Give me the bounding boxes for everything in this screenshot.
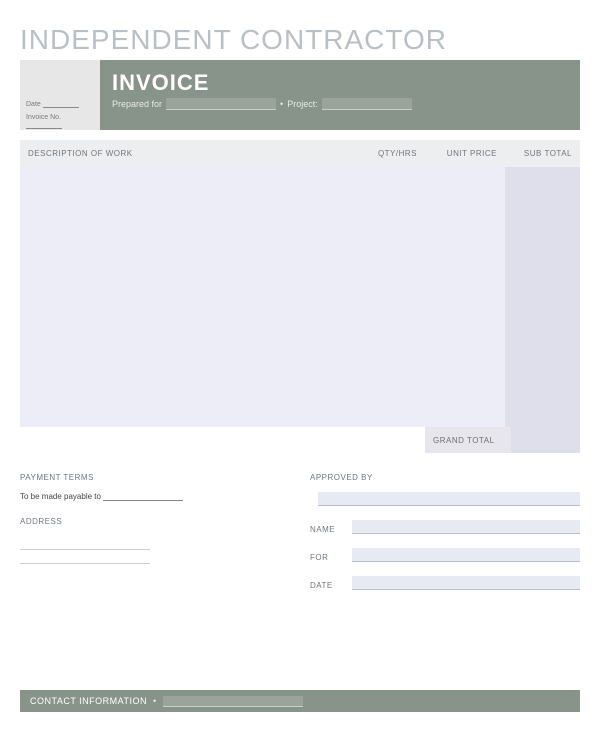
- address-title: ADDRESS: [20, 517, 290, 526]
- grand-total-value[interactable]: [511, 427, 580, 453]
- contact-info-label: CONTACT INFORMATION: [30, 696, 147, 706]
- address-line-2[interactable]: [20, 550, 150, 564]
- col-description: DESCRIPTION OF WORK: [28, 149, 347, 158]
- project-input[interactable]: [322, 98, 412, 110]
- payable-input[interactable]: [103, 492, 183, 501]
- for-input[interactable]: [352, 548, 580, 562]
- address-line-1[interactable]: [20, 536, 150, 550]
- line-items-area: [20, 167, 580, 427]
- invoice-no-label: Invoice No.: [26, 114, 61, 121]
- grand-total-spacer: [20, 427, 425, 453]
- contact-info-input[interactable]: [163, 696, 303, 707]
- approved-box: APPROVED BY NAME FOR DATE: [310, 473, 580, 604]
- signature-row: [310, 492, 580, 506]
- grand-total-row: GRAND TOTAL: [20, 427, 580, 453]
- for-row: FOR: [310, 548, 580, 562]
- project-label: Project:: [287, 99, 318, 109]
- name-label: NAME: [310, 525, 344, 534]
- col-qty: QTY/HRS: [347, 149, 417, 158]
- line-items-subtotal-col[interactable]: [505, 167, 580, 427]
- grand-total-label: GRAND TOTAL: [425, 427, 511, 453]
- date-input[interactable]: [43, 100, 79, 108]
- bottom-section: PAYMENT TERMS To be made payable to ADDR…: [20, 473, 580, 604]
- signature-input[interactable]: [318, 492, 580, 506]
- header-bar: Date Invoice No. INVOICE Prepared for • …: [20, 60, 580, 130]
- address-lines: [20, 536, 290, 564]
- invoice-heading: INVOICE: [112, 70, 568, 96]
- page-title: INDEPENDENT CONTRACTOR: [20, 24, 580, 56]
- payment-box: PAYMENT TERMS To be made payable to ADDR…: [20, 473, 290, 604]
- approved-date-input[interactable]: [352, 576, 580, 590]
- col-subtotal: SUB TOTAL: [497, 149, 572, 158]
- payable-row: To be made payable to: [20, 492, 290, 501]
- column-headers: DESCRIPTION OF WORK QTY/HRS UNIT PRICE S…: [20, 140, 580, 167]
- payment-terms-title: PAYMENT TERMS: [20, 473, 290, 482]
- invoice-no-input[interactable]: [26, 121, 62, 129]
- header-meta-box: Date Invoice No.: [20, 60, 100, 130]
- for-label: FOR: [310, 553, 344, 562]
- payable-label: To be made payable to: [20, 492, 101, 501]
- line-items-main[interactable]: [20, 167, 505, 427]
- prepared-for-input[interactable]: [166, 98, 276, 110]
- name-input[interactable]: [352, 520, 580, 534]
- date-row: Date: [26, 100, 94, 108]
- footer-separator: •: [153, 696, 157, 706]
- col-unit-price: UNIT PRICE: [417, 149, 497, 158]
- name-row: NAME: [310, 520, 580, 534]
- header-banner: INVOICE Prepared for • Project:: [100, 60, 580, 130]
- date-label: Date: [26, 101, 41, 108]
- approved-date-label: DATE: [310, 581, 344, 590]
- separator-dot: •: [280, 99, 283, 109]
- approved-date-row: DATE: [310, 576, 580, 590]
- invoice-no-row: Invoice No.: [26, 114, 94, 129]
- footer-bar: CONTACT INFORMATION •: [20, 690, 580, 712]
- prepared-for-label: Prepared for: [112, 99, 162, 109]
- approved-by-title: APPROVED BY: [310, 473, 580, 482]
